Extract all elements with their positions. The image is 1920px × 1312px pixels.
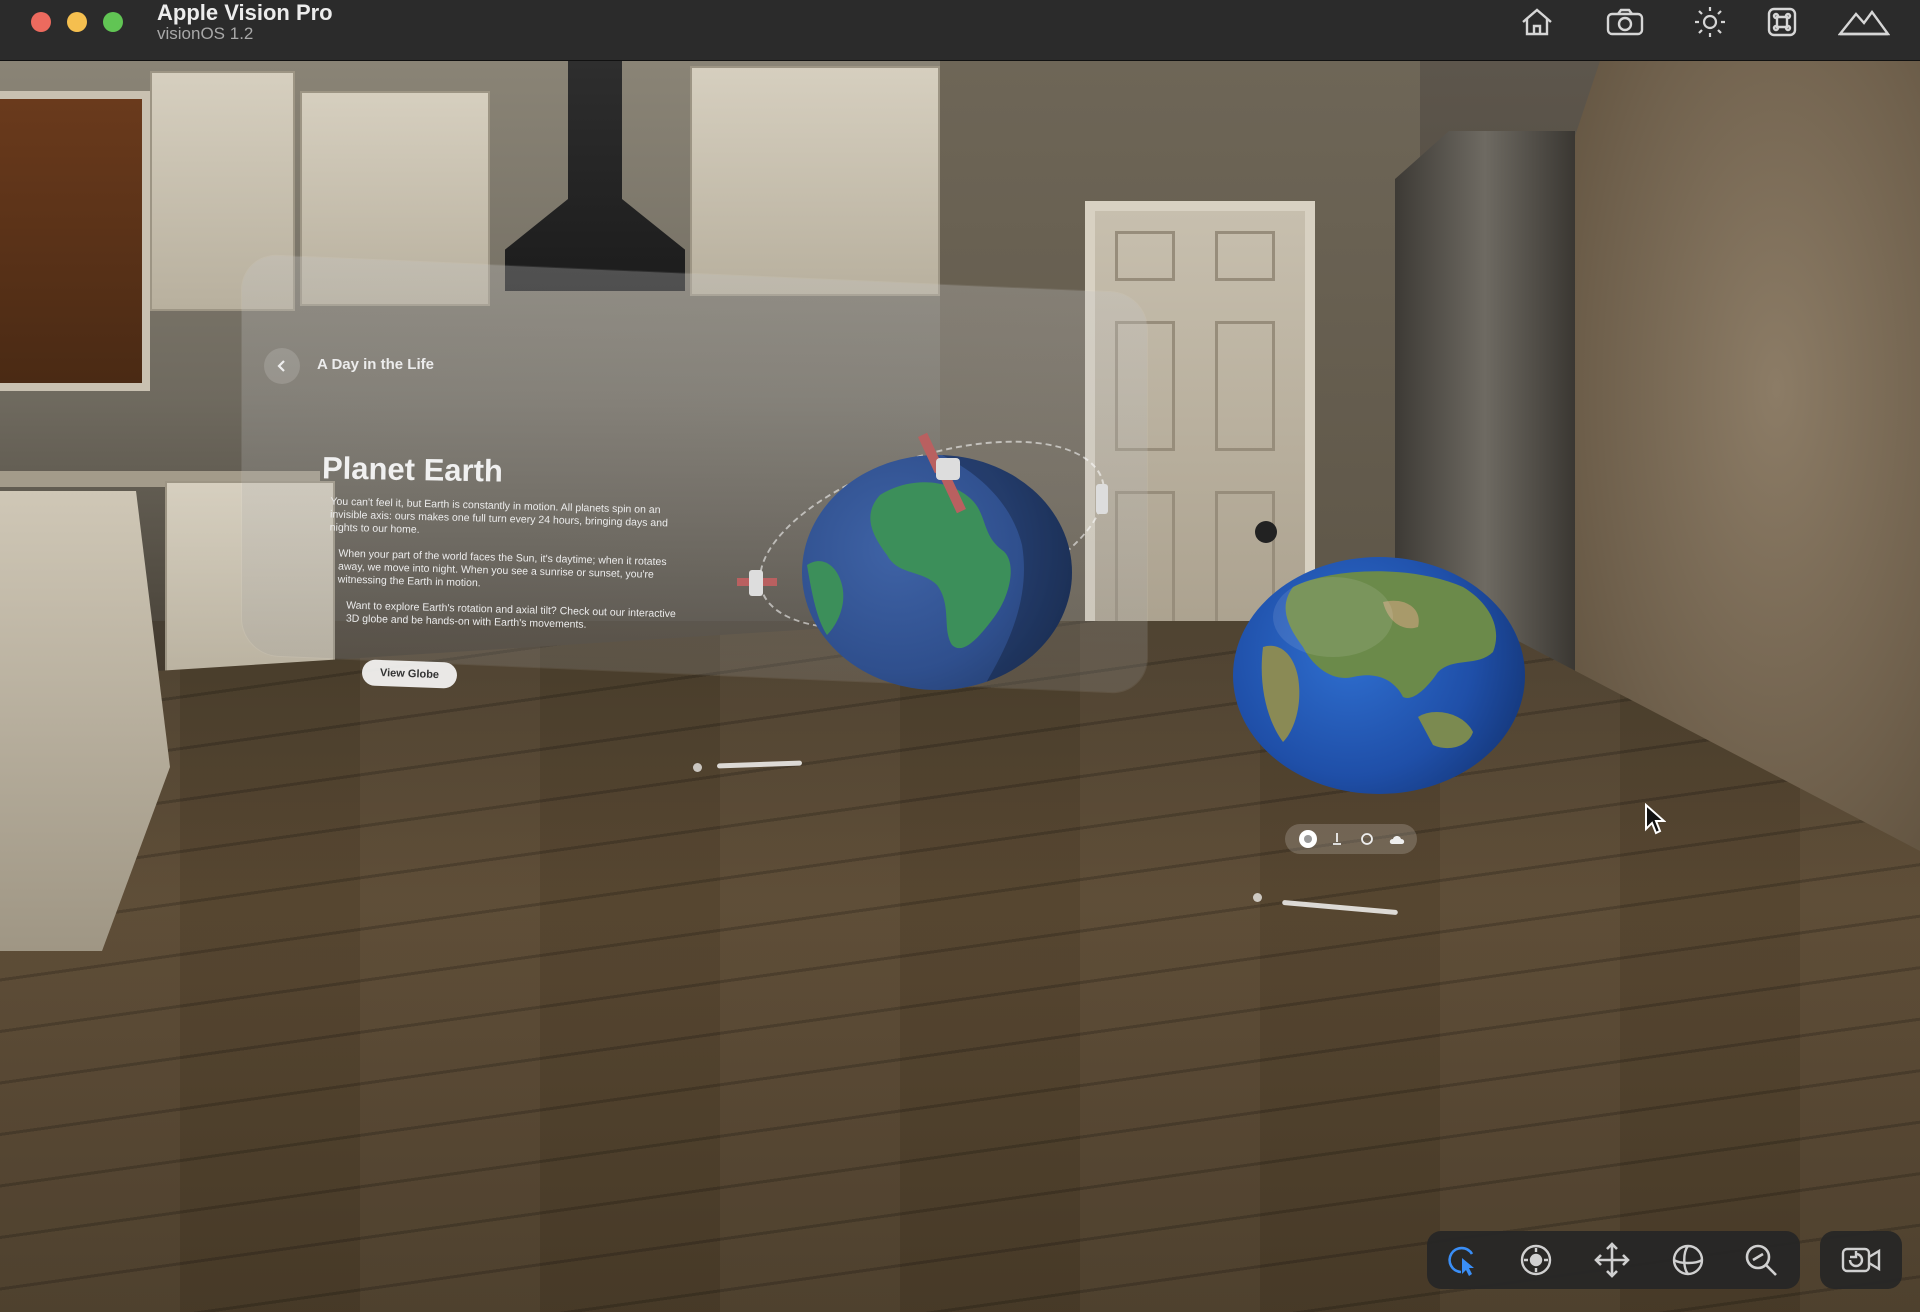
window-close-dot[interactable]: [693, 763, 702, 772]
pan-icon[interactable]: [1592, 1240, 1632, 1280]
kitchen-window: [0, 91, 150, 391]
cloud-icon[interactable]: [1389, 833, 1405, 845]
rotate-icon[interactable]: [1360, 832, 1374, 846]
tilt-icon[interactable]: [1330, 832, 1344, 846]
back-button[interactable]: [264, 348, 300, 384]
record-icon: [1841, 1247, 1881, 1273]
page-title: Planet Earth: [321, 450, 504, 489]
nav-title: A Day in the Life: [317, 356, 434, 373]
satellite-icon: [1096, 484, 1108, 514]
home-icon[interactable]: [1517, 4, 1557, 40]
earth-landmasses: [1261, 571, 1497, 749]
look-around-icon[interactable]: [1516, 1240, 1556, 1280]
globe-ornament-controls: [1285, 824, 1417, 854]
upper-cabinet: [690, 66, 940, 296]
view-globe-button[interactable]: View Globe: [361, 659, 458, 689]
window-subtitle: visionOS 1.2: [157, 24, 254, 43]
close-window-button[interactable]: [31, 12, 51, 32]
satellite-icon: [737, 570, 777, 596]
environment-icon[interactable]: [1838, 4, 1890, 40]
minimize-window-button[interactable]: [67, 12, 87, 32]
orbit-icon[interactable]: [1668, 1240, 1708, 1280]
title-bar: Apple Vision Pro visionOS 1.2: [0, 0, 1920, 61]
record-button[interactable]: [1820, 1231, 1902, 1289]
chevron-left-icon: [277, 360, 285, 372]
mouse-cursor-icon: [1645, 803, 1666, 835]
select-pointer-icon[interactable]: [1442, 1240, 1482, 1280]
command-icon[interactable]: [1762, 4, 1802, 40]
satellite-icon: [918, 432, 966, 514]
wood-floor: [0, 621, 1920, 1312]
maximize-window-button[interactable]: [103, 12, 123, 32]
brightness-icon[interactable]: [1690, 4, 1730, 40]
realistic-earth-globe[interactable]: [1233, 557, 1525, 794]
window-title: Apple Vision Pro: [157, 0, 333, 25]
globe-close-dot[interactable]: [1253, 893, 1262, 902]
globe-toggle-icon[interactable]: [1297, 828, 1319, 850]
zoom-icon[interactable]: [1741, 1240, 1781, 1280]
door-knob: [1255, 521, 1277, 543]
camera-icon[interactable]: [1605, 4, 1645, 40]
